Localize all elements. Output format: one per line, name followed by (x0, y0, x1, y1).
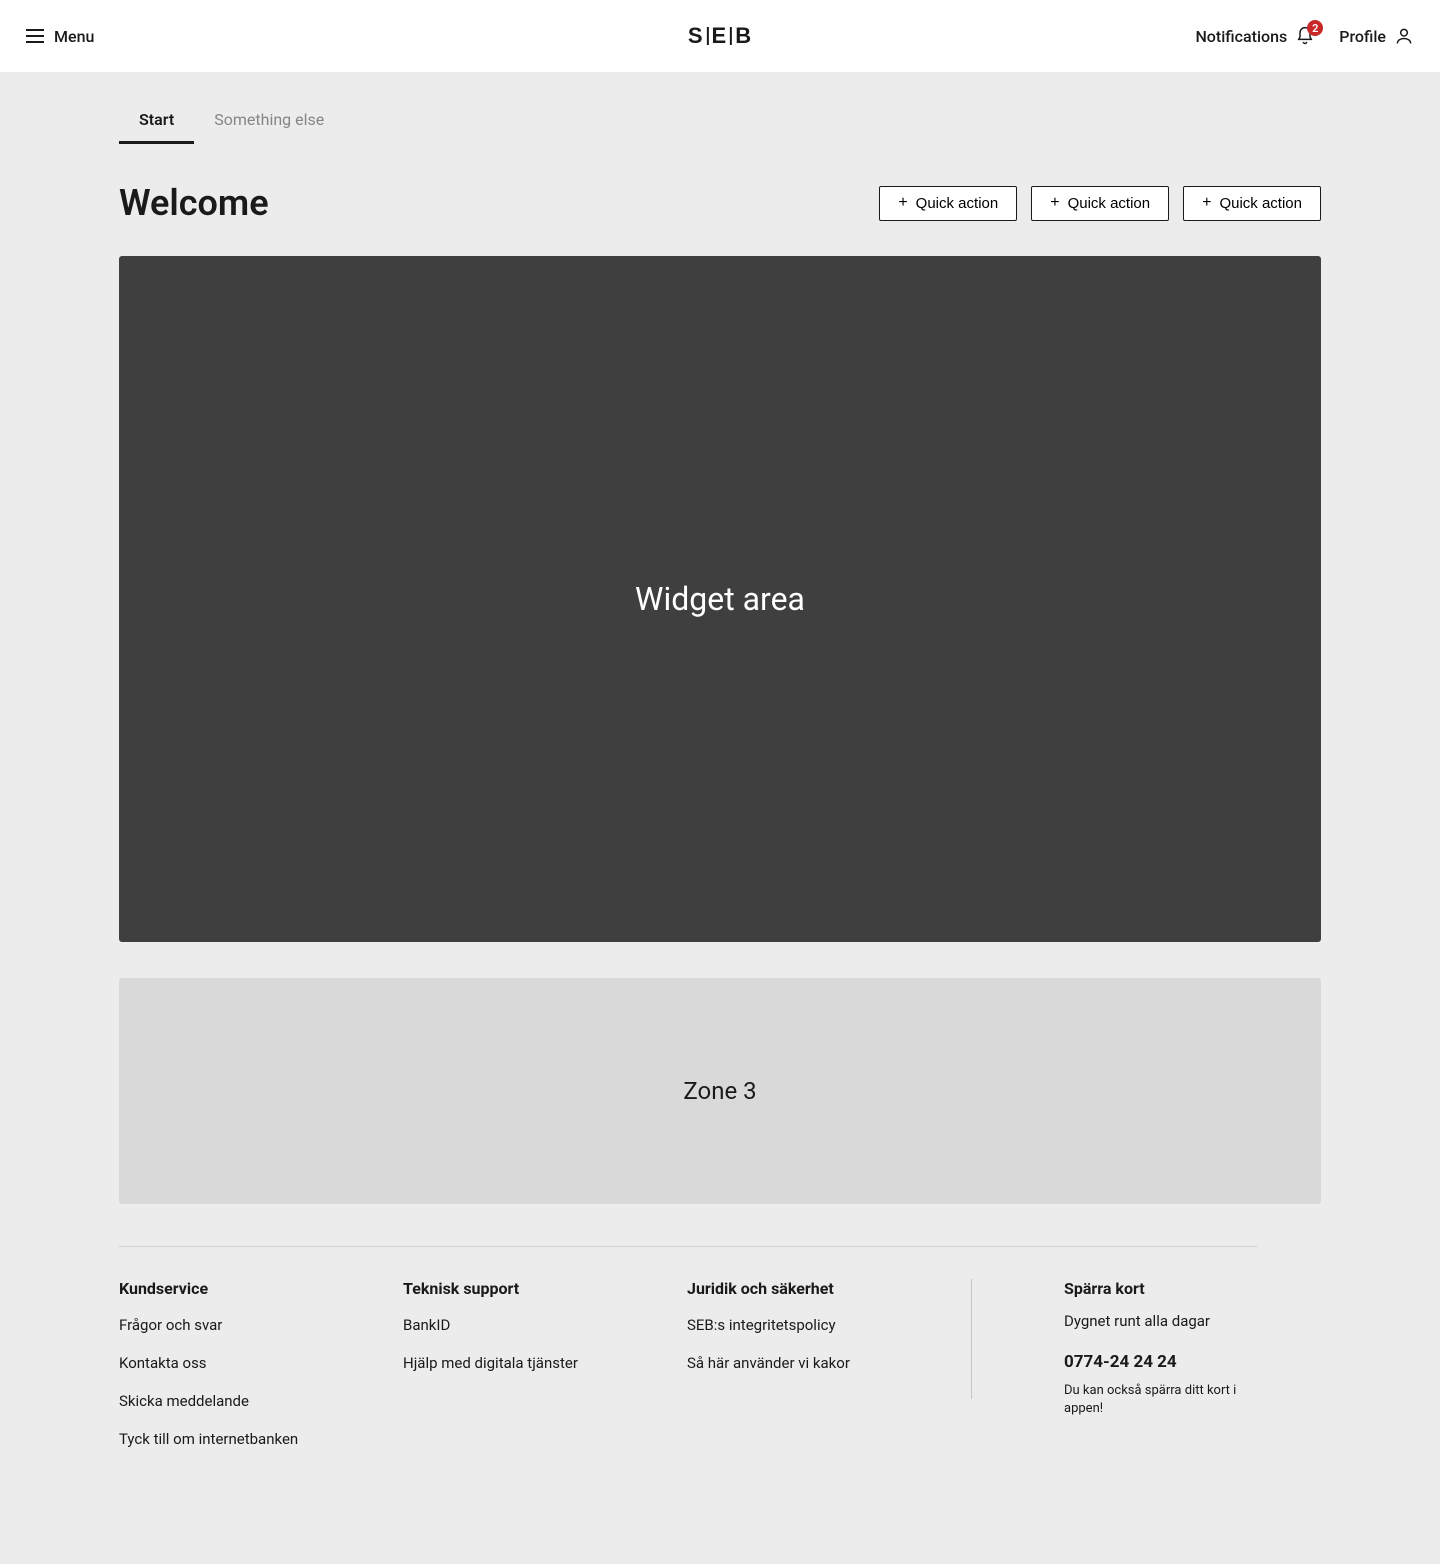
tab-something-else[interactable]: Something else (194, 98, 344, 144)
footer-col-teknisk-support: Teknisk support BankID Hjälp med digital… (403, 1279, 687, 1468)
notifications-badge: 2 (1307, 20, 1323, 36)
footer-divider (119, 1246, 1257, 1247)
topbar: Menu SEB Notifications 2 Profile (0, 0, 1440, 72)
footer-heading: Kundservice (119, 1279, 403, 1298)
menu-button[interactable]: Menu (26, 27, 94, 46)
footer-link[interactable]: SEB:s integritetspolicy (687, 1316, 971, 1334)
footer: Kundservice Frågor och svar Kontakta oss… (119, 1279, 1321, 1468)
user-icon (1394, 26, 1414, 46)
footer-heading: Juridik och säkerhet (687, 1279, 971, 1298)
tab-label: Start (139, 110, 174, 129)
plus-icon: + (1050, 195, 1059, 211)
logo[interactable]: SEB (688, 23, 752, 49)
logo-text: SEB (688, 23, 752, 49)
quick-action-button[interactable]: + Quick action (1031, 186, 1169, 221)
footer-vertical-divider (971, 1279, 972, 1399)
quick-actions: + Quick action + Quick action + Quick ac… (879, 186, 1321, 221)
tab-start[interactable]: Start (119, 98, 194, 144)
topbar-right: Notifications 2 Profile (1195, 26, 1414, 46)
zone-3: Zone 3 (119, 978, 1321, 1204)
block-card-note: Du kan också spärra ditt kort i appen! (1064, 1382, 1264, 1418)
footer-block-card: Spärra kort Dygnet runt alla dagar 0774-… (1064, 1279, 1264, 1468)
quick-action-button[interactable]: + Quick action (879, 186, 1017, 221)
footer-heading: Teknisk support (403, 1279, 687, 1298)
hamburger-icon (26, 29, 44, 43)
block-card-phone[interactable]: 0774-24 24 24 (1064, 1352, 1264, 1372)
footer-col-juridik: Juridik och säkerhet SEB:s integritetspo… (687, 1279, 971, 1468)
tabs: Start Something else (119, 98, 1321, 144)
main-container: Start Something else Welcome + Quick act… (119, 98, 1321, 1528)
plus-icon: + (898, 195, 907, 211)
tab-label: Something else (214, 110, 324, 129)
zone-3-label: Zone 3 (683, 1077, 756, 1105)
footer-link[interactable]: Tyck till om internetbanken (119, 1430, 403, 1448)
footer-col-kundservice: Kundservice Frågor och svar Kontakta oss… (119, 1279, 403, 1468)
quick-action-label: Quick action (1068, 195, 1151, 212)
footer-link[interactable]: Skicka meddelande (119, 1392, 403, 1410)
profile-button[interactable]: Profile (1339, 26, 1414, 46)
profile-label: Profile (1339, 27, 1386, 46)
quick-action-button[interactable]: + Quick action (1183, 186, 1321, 221)
footer-link[interactable]: Kontakta oss (119, 1354, 403, 1372)
footer-link[interactable]: BankID (403, 1316, 687, 1334)
plus-icon: + (1202, 195, 1211, 211)
quick-action-label: Quick action (916, 195, 999, 212)
quick-action-label: Quick action (1219, 195, 1302, 212)
page-title: Welcome (119, 182, 269, 224)
block-card-subtitle: Dygnet runt alla dagar (1064, 1312, 1264, 1330)
widget-area-label: Widget area (635, 580, 805, 618)
widget-area: Widget area (119, 256, 1321, 942)
block-card-heading: Spärra kort (1064, 1279, 1264, 1298)
heading-row: Welcome + Quick action + Quick action + … (119, 182, 1321, 224)
footer-link[interactable]: Så här använder vi kakor (687, 1354, 971, 1372)
footer-link[interactable]: Hjälp med digitala tjänster (403, 1354, 687, 1372)
notifications-label: Notifications (1195, 27, 1287, 46)
notifications-button[interactable]: Notifications 2 (1195, 26, 1315, 46)
menu-label: Menu (54, 27, 94, 46)
footer-link[interactable]: Frågor och svar (119, 1316, 403, 1334)
bell-icon: 2 (1295, 26, 1315, 46)
